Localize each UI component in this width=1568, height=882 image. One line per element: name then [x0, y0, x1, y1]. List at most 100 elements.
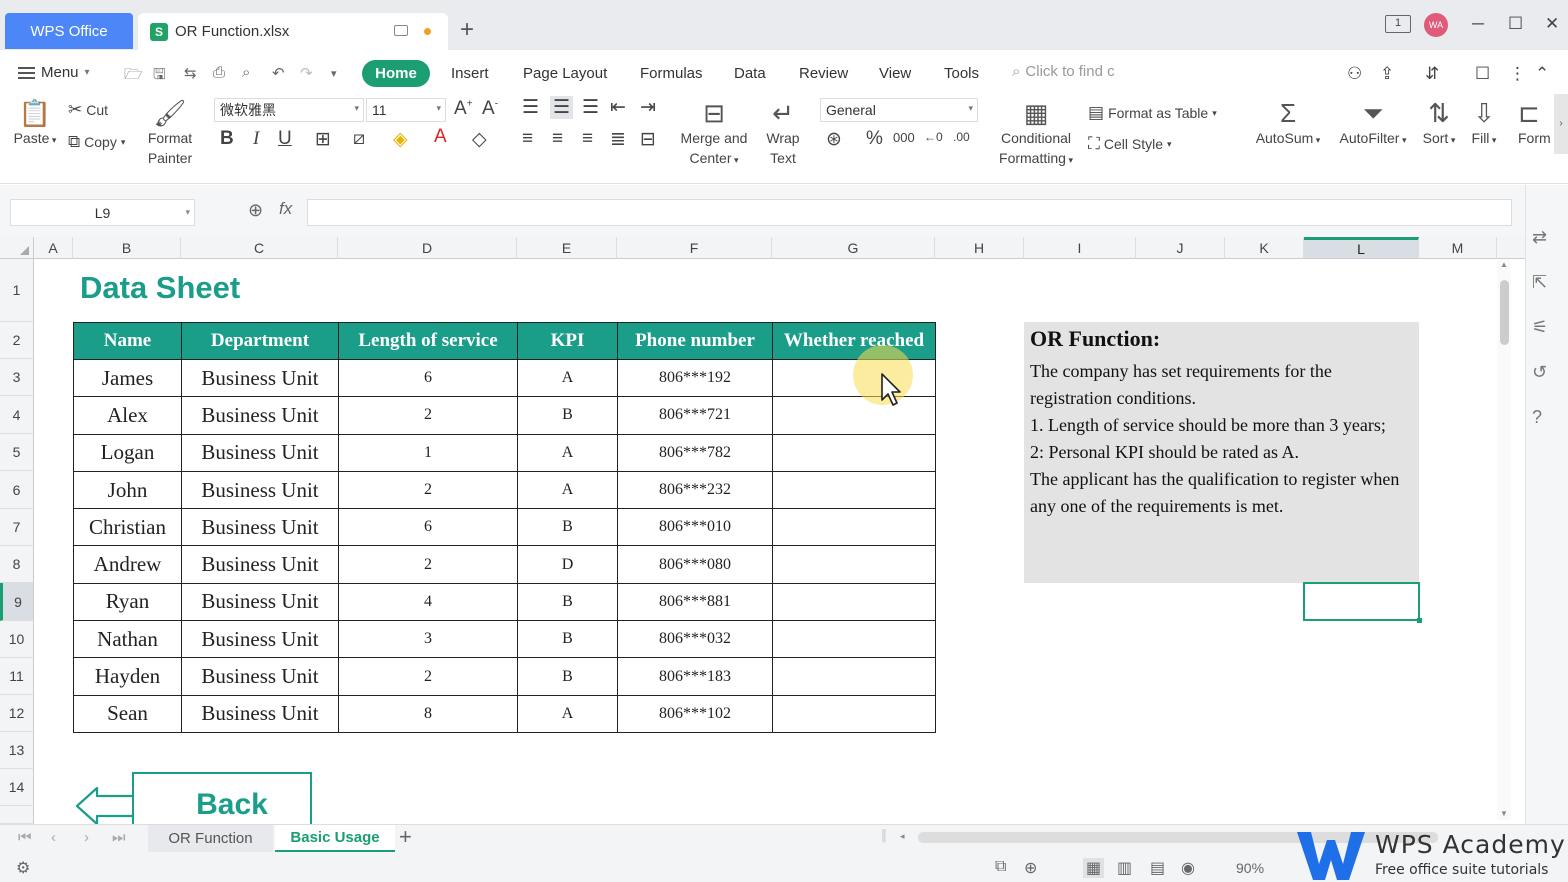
increase-font-icon[interactable]: A+	[454, 98, 473, 120]
ribbon-scroll-right-button[interactable]: ›	[1554, 94, 1568, 154]
share-icon[interactable]: ⇪	[1380, 64, 1394, 84]
column-header-a[interactable]: A	[34, 237, 73, 259]
fill-color-icon[interactable]: ◈	[393, 128, 408, 151]
cell-name[interactable]: Alex	[73, 396, 182, 435]
format-button[interactable]: ⊏ Form	[1518, 98, 1552, 148]
fx-button[interactable]: fx	[279, 199, 292, 219]
cell-whether-reached[interactable]	[772, 620, 936, 659]
cell-length-of-service[interactable]: 2	[338, 657, 518, 696]
wrap-text-button[interactable]: ↵ Wrap Text	[760, 98, 806, 168]
cell-kpi[interactable]: B	[517, 508, 618, 547]
cell-name[interactable]: Ryan	[73, 582, 182, 622]
row-header-13[interactable]: 13	[0, 732, 34, 769]
cell-phone-number[interactable]: 806***183	[617, 657, 773, 696]
select-pointer-icon[interactable]: ⇱	[1532, 272, 1547, 293]
header-whether-reached[interactable]: Whether reached	[772, 322, 936, 360]
cell-length-of-service[interactable]: 2	[338, 545, 518, 584]
cell-whether-reached[interactable]	[772, 545, 936, 584]
adjust-icon[interactable]: ⚟	[1532, 317, 1548, 338]
fill-button[interactable]: ⇩ Fill ▾	[1466, 98, 1502, 150]
column-header-e[interactable]: E	[517, 237, 617, 259]
eraser-icon[interactable]: ◇	[472, 128, 487, 151]
indent-increase-icon[interactable]: ⇥	[640, 96, 656, 119]
cell-style-button[interactable]: ⛶ Cell Style ▾	[1088, 134, 1172, 154]
autofilter-button[interactable]: ⏷ AutoFilter ▾	[1334, 98, 1412, 150]
cell-whether-reached[interactable]	[772, 433, 936, 472]
selected-cell[interactable]	[1303, 582, 1422, 623]
cell-length-of-service[interactable]: 2	[338, 396, 518, 435]
property-icon[interactable]: ⇄	[1532, 227, 1547, 248]
cell-whether-reached[interactable]	[772, 470, 936, 510]
add-sheet-button[interactable]: +	[399, 824, 412, 850]
cell-kpi[interactable]: B	[517, 620, 618, 659]
number-format-select[interactable]: General ▾	[820, 98, 978, 122]
merge-center-button[interactable]: ⊟ Merge and Center ▾	[674, 98, 754, 170]
cell-length-of-service[interactable]: 6	[338, 358, 518, 398]
cell-phone-number[interactable]: 806***721	[617, 396, 773, 435]
align-center-icon[interactable]: ≡	[552, 128, 563, 150]
autosum-button[interactable]: Σ AutoSum ▾	[1250, 98, 1326, 150]
row-header-5[interactable]: 5	[0, 434, 34, 471]
cell-department[interactable]: Business Unit	[181, 620, 339, 659]
header-department[interactable]: Department	[181, 322, 339, 360]
column-header-l[interactable]: L	[1304, 237, 1419, 259]
font-color-icon[interactable]: A	[434, 126, 447, 148]
cell-name[interactable]: Logan	[73, 433, 182, 472]
indent-decrease-icon[interactable]: ⇤	[610, 96, 626, 119]
eye-protection-icon[interactable]: ◉	[1181, 858, 1195, 878]
row-header-6[interactable]: 6	[0, 471, 34, 509]
search-box[interactable]: ⌕ Click to find c	[1012, 63, 1115, 80]
cell-length-of-service[interactable]: 4	[338, 582, 518, 622]
cell-whether-reached[interactable]	[772, 582, 936, 622]
row-header-12[interactable]: 12	[0, 695, 34, 732]
collapse-ribbon-icon[interactable]: ⌃	[1535, 64, 1549, 84]
column-header-d[interactable]: D	[338, 237, 517, 259]
first-sheet-icon[interactable]: ⏮	[18, 829, 32, 846]
export-icon[interactable]: ⇆	[184, 64, 197, 82]
cell-department[interactable]: Business Unit	[181, 582, 339, 622]
row-header-7[interactable]: 7	[0, 509, 34, 546]
tab-review[interactable]: Review	[799, 65, 848, 82]
cell-department[interactable]: Business Unit	[181, 694, 339, 733]
font-size-select[interactable]: 11 ▾	[366, 98, 446, 122]
italic-button[interactable]: I	[253, 128, 259, 150]
print-icon[interactable]: ⎙	[213, 64, 225, 81]
cell-phone-number[interactable]: 806***192	[617, 358, 773, 398]
cell-phone-number[interactable]: 806***232	[617, 470, 773, 510]
tab-home[interactable]: Home	[362, 60, 430, 87]
page-break-view-icon[interactable]: ▤	[1150, 858, 1165, 878]
decrease-font-icon[interactable]: A-	[482, 98, 498, 120]
print-preview-icon[interactable]: ⌕	[242, 64, 250, 81]
open-folder-icon[interactable]: 🗁	[124, 64, 143, 89]
normal-view-icon[interactable]: ▦	[1083, 858, 1105, 878]
cell-department[interactable]: Business Unit	[181, 545, 339, 584]
cell-department[interactable]: Business Unit	[181, 433, 339, 472]
cell-phone-number[interactable]: 806***782	[617, 433, 773, 472]
increase-decimal-icon[interactable]: ←0	[924, 130, 943, 144]
vertical-scroll-thumb[interactable]	[1500, 280, 1509, 345]
cell-kpi[interactable]: A	[517, 358, 618, 398]
tab-tools[interactable]: Tools	[944, 65, 979, 82]
last-sheet-icon[interactable]: ⏭	[112, 829, 126, 846]
cell-kpi[interactable]: A	[517, 433, 618, 472]
wps-office-tab[interactable]: WPS Office	[5, 13, 133, 49]
more-icon[interactable]: ⋮	[1509, 64, 1526, 84]
cell-name[interactable]: Christian	[73, 508, 182, 547]
cell-name[interactable]: Andrew	[73, 545, 182, 584]
zoom-level[interactable]: 90%	[1236, 860, 1264, 876]
header-kpi[interactable]: KPI	[517, 322, 618, 360]
cell-phone-number[interactable]: 806***032	[617, 620, 773, 659]
cell-phone-number[interactable]: 806***010	[617, 508, 773, 547]
tab-insert[interactable]: Insert	[451, 65, 489, 82]
cell-name[interactable]: John	[73, 470, 182, 510]
align-left-icon[interactable]: ≡	[522, 128, 533, 150]
monitor-icon[interactable]	[394, 25, 408, 36]
cell-whether-reached[interactable]	[772, 508, 936, 547]
align-top-icon[interactable]: ☰	[522, 96, 539, 119]
customize-icon[interactable]: ▾	[331, 67, 337, 80]
thousands-icon[interactable]: 000	[893, 130, 915, 145]
redo-icon[interactable]: ↷	[300, 64, 313, 82]
tab-formulas[interactable]: Formulas	[640, 65, 703, 82]
formula-input[interactable]	[307, 199, 1512, 226]
column-header-h[interactable]: H	[935, 237, 1024, 259]
